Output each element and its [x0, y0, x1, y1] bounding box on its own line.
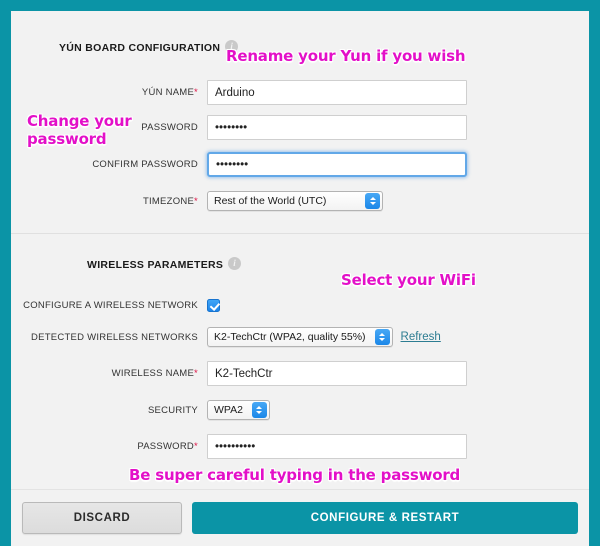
info-icon[interactable]: i — [225, 40, 239, 53]
wifi-password-input[interactable] — [207, 434, 467, 459]
security-label-text: SECURITY — [147, 404, 198, 416]
required-marker: * — [194, 441, 198, 452]
configure-network-row: CONFIGURE A WIRELESS NETWORK — [11, 299, 589, 312]
password-label: PASSWORD — [11, 122, 207, 133]
footer-actions: DISCARD CONFIGURE & RESTART — [11, 489, 589, 546]
browser-window: YÚN BOARD CONFIGURATION i YÚN NAME* PASS… — [0, 0, 600, 546]
chevron-updown-icon — [251, 402, 267, 418]
configure-restart-button[interactable]: CONFIGURE & RESTART — [192, 502, 578, 534]
confirm-password-row: CONFIRM PASSWORD — [11, 152, 589, 177]
required-marker: * — [194, 87, 198, 98]
board-configuration-title: YÚN BOARD CONFIGURATION — [59, 41, 221, 54]
security-select[interactable]: WPA2 — [207, 400, 270, 420]
detected-networks-row: DETECTED WIRELESS NETWORKS K2-TechCtr (W… — [11, 327, 589, 347]
discard-button[interactable]: DISCARD — [22, 502, 182, 534]
wireless-parameters-section: WIRELESS PARAMETERS i CONFIGURE A WIRELE… — [11, 234, 589, 475]
required-marker: * — [194, 195, 198, 207]
wireless-name-label-text: WIRELESS NAME — [111, 368, 195, 379]
password-input[interactable] — [207, 115, 467, 140]
page-content: YÚN BOARD CONFIGURATION i YÚN NAME* PASS… — [11, 11, 589, 475]
board-configuration-heading: YÚN BOARD CONFIGURATION i — [59, 40, 589, 54]
info-icon[interactable]: i — [228, 257, 242, 270]
detected-networks-select-value: K2-TechCtr (WPA2, quality 55%) — [214, 331, 366, 343]
timezone-label: TIMEZONE* — [11, 196, 207, 207]
security-label: SECURITY — [11, 405, 207, 416]
required-marker: * — [194, 368, 198, 379]
detected-networks-label: DETECTED WIRELESS NETWORKS — [11, 332, 207, 343]
configure-network-checkbox[interactable] — [207, 299, 220, 312]
wireless-name-label: WIRELESS NAME* — [11, 368, 207, 379]
wifi-password-label-text: PASSWORD — [137, 441, 195, 452]
wireless-parameters-title: WIRELESS PARAMETERS — [87, 258, 224, 271]
password-label-text: PASSWORD — [141, 122, 198, 133]
wireless-name-input[interactable] — [207, 361, 467, 386]
security-select-value: WPA2 — [214, 404, 243, 416]
timezone-select[interactable]: Rest of the World (UTC) — [207, 191, 383, 211]
wifi-password-label: PASSWORD* — [11, 441, 207, 452]
yun-name-label: YÚN NAME* — [11, 87, 207, 98]
timezone-label-text: TIMEZONE — [142, 195, 195, 207]
timezone-select-value: Rest of the World (UTC) — [214, 195, 327, 207]
board-configuration-section: YÚN BOARD CONFIGURATION i YÚN NAME* PASS… — [11, 11, 589, 233]
confirm-password-input[interactable] — [207, 152, 467, 177]
chevron-updown-icon — [374, 329, 390, 345]
confirm-password-label: CONFIRM PASSWORD — [11, 159, 207, 170]
configure-network-label-text: CONFIGURE A WIRELESS NETWORK — [23, 300, 198, 311]
configuration-page: YÚN BOARD CONFIGURATION i YÚN NAME* PASS… — [11, 11, 589, 546]
timezone-row: TIMEZONE* Rest of the World (UTC) — [11, 191, 589, 211]
wifi-password-row: PASSWORD* — [11, 434, 589, 459]
wireless-parameters-heading: WIRELESS PARAMETERS i — [87, 257, 589, 271]
wireless-name-row: WIRELESS NAME* — [11, 361, 589, 386]
configure-network-label: CONFIGURE A WIRELESS NETWORK — [11, 300, 207, 311]
refresh-link[interactable]: Refresh — [401, 331, 441, 343]
yun-name-label-text: YÚN NAME — [141, 87, 195, 98]
password-row: PASSWORD — [11, 115, 589, 140]
confirm-password-label-text: CONFIRM PASSWORD — [92, 159, 198, 170]
security-row: SECURITY WPA2 — [11, 400, 589, 420]
detected-networks-label-text: DETECTED WIRELESS NETWORKS — [31, 331, 198, 343]
chevron-updown-icon — [365, 193, 380, 209]
detected-networks-select[interactable]: K2-TechCtr (WPA2, quality 55%) — [207, 327, 393, 347]
yun-name-row: YÚN NAME* — [11, 80, 589, 105]
yun-name-input[interactable] — [207, 80, 467, 105]
